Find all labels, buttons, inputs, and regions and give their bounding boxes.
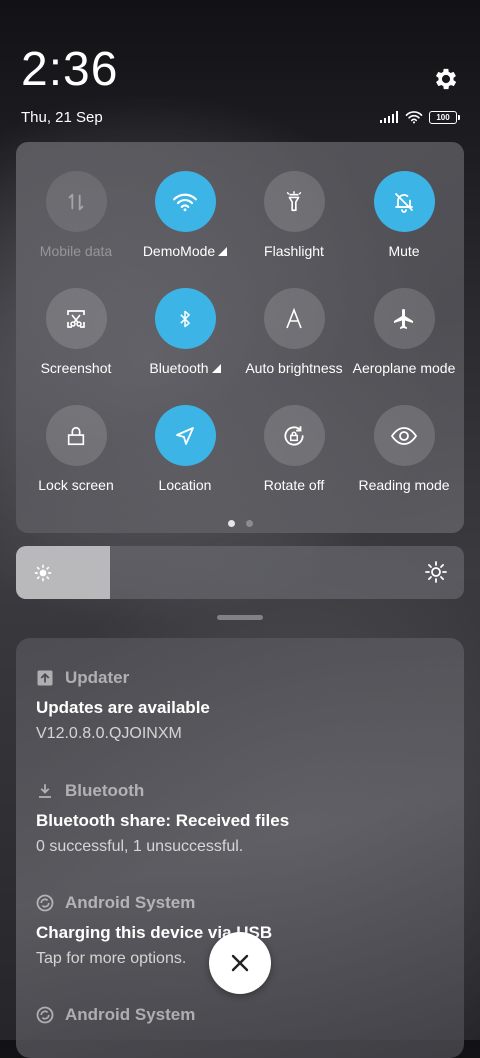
tile-location[interactable]: Location <box>130 405 240 493</box>
tile-flashlight[interactable]: Flashlight <box>239 171 349 259</box>
auto-brightness-icon <box>286 307 302 328</box>
tile-circle[interactable] <box>263 171 325 232</box>
notification-title: Updates are available <box>36 698 210 717</box>
date: Thu, 21 Sep <box>21 109 103 126</box>
tile-label: Screenshot <box>40 360 112 376</box>
wifi-icon <box>173 193 197 211</box>
notification-header: Android System <box>36 892 446 914</box>
tile-label: Bluetooth <box>130 360 240 376</box>
settings-button[interactable] <box>432 65 460 93</box>
notification-text: 0 successful, 1 unsuccessful. <box>36 838 244 855</box>
wifi-icon <box>405 111 423 124</box>
bluetooth-icon <box>180 310 190 327</box>
clock: 2:36 <box>21 43 119 96</box>
notification-app-name: Updater <box>65 668 130 687</box>
rotate-lock-icon <box>284 425 304 446</box>
tile-auto-brightness[interactable]: Auto brightness <box>239 288 349 376</box>
tile-circle[interactable] <box>45 171 107 232</box>
mobile-data-icon <box>68 193 84 210</box>
flashlight-icon <box>286 190 302 211</box>
brightness-low-icon <box>34 564 52 582</box>
tile-circle[interactable] <box>45 288 107 349</box>
android-system-icon <box>36 1006 54 1024</box>
notification-app-name: Bluetooth <box>65 781 145 800</box>
upload-icon <box>37 670 53 686</box>
notification-bluetooth[interactable]: Bluetooth Bluetooth share: Received file… <box>36 780 446 856</box>
gear-icon <box>435 68 457 90</box>
notification-panel: Updater Updates are available V12.0.8.0.… <box>16 638 464 1058</box>
tile-circle[interactable] <box>263 405 325 466</box>
tile-circle[interactable] <box>154 171 216 232</box>
notification-header: Bluetooth <box>36 780 446 802</box>
notification-header: Android System <box>36 1004 446 1026</box>
tile-circle[interactable] <box>45 405 107 466</box>
tile-circle[interactable] <box>373 288 435 349</box>
notification-updater[interactable]: Updater Updates are available V12.0.8.0.… <box>36 667 446 743</box>
notification-android-system-2[interactable]: Android System <box>36 1004 446 1026</box>
tile-label: Mute <box>388 243 420 259</box>
download-icon <box>39 784 51 798</box>
notification-text: V12.0.8.0.QJOINXM <box>36 725 182 742</box>
tile-reading-mode[interactable]: Reading mode <box>349 405 459 493</box>
page-dot <box>245 520 253 527</box>
drag-handle[interactable] <box>217 615 263 620</box>
lock-icon <box>67 426 85 445</box>
tile-label: Reading mode <box>358 477 450 493</box>
tile-circle[interactable] <box>154 288 216 349</box>
tile-circle[interactable] <box>373 405 435 466</box>
brightness-slider[interactable] <box>16 546 464 599</box>
page-dot-active <box>227 520 235 527</box>
tile-circle[interactable] <box>154 405 216 466</box>
tile-label: DemoMode <box>130 243 240 259</box>
tile-mute[interactable]: Mute <box>349 171 459 259</box>
close-icon <box>231 954 249 972</box>
tile-label: Location <box>158 477 212 493</box>
bell-off-icon <box>395 192 413 213</box>
tile-label: Lock screen <box>38 477 114 493</box>
clear-notifications-button[interactable] <box>209 932 271 994</box>
tile-label-text: DemoMode <box>142 243 216 259</box>
tile-bluetooth[interactable]: Bluetooth <box>130 288 240 376</box>
tile-label: Auto brightness <box>245 360 343 376</box>
brightness-level-fill <box>16 546 111 599</box>
screenshot-icon <box>67 309 85 328</box>
tile-label: Rotate off <box>263 477 325 493</box>
battery-level: 100 <box>436 112 450 122</box>
android-system-icon <box>36 894 54 912</box>
status-icons: 100 <box>380 109 460 125</box>
page-indicator <box>16 520 464 527</box>
tile-screenshot[interactable]: Screenshot <box>21 288 131 376</box>
location-icon <box>176 426 194 445</box>
notification-app-name: Android System <box>65 893 196 912</box>
tile-label-text: Bluetooth <box>149 360 209 376</box>
tile-label: Aeroplane mode <box>352 360 456 376</box>
tile-label: Mobile data <box>39 243 113 259</box>
signal-icon <box>380 111 398 123</box>
battery-icon: 100 <box>429 110 460 124</box>
expand-arrow-icon <box>218 247 228 256</box>
expand-arrow-icon <box>211 364 221 373</box>
quick-settings-panel: Mobile data DemoMode Flashlight Mute Scr… <box>16 142 464 533</box>
tile-lock-screen[interactable]: Lock screen <box>21 405 131 493</box>
airplane-icon <box>394 308 413 329</box>
tile-label: Flashlight <box>264 243 324 259</box>
tile-demomode[interactable]: DemoMode <box>130 171 240 259</box>
notification-app-name: Android System <box>65 1005 196 1024</box>
tile-aeroplane-mode[interactable]: Aeroplane mode <box>349 288 459 376</box>
tile-circle[interactable] <box>263 288 325 349</box>
notification-title: Bluetooth share: Received files <box>36 811 290 830</box>
tile-mobile-data[interactable]: Mobile data <box>21 171 131 259</box>
brightness-high-icon <box>425 561 447 583</box>
notification-header: Updater <box>36 667 446 689</box>
eye-icon <box>390 426 418 445</box>
tile-circle[interactable] <box>373 171 435 232</box>
tile-rotate-off[interactable]: Rotate off <box>239 405 349 493</box>
